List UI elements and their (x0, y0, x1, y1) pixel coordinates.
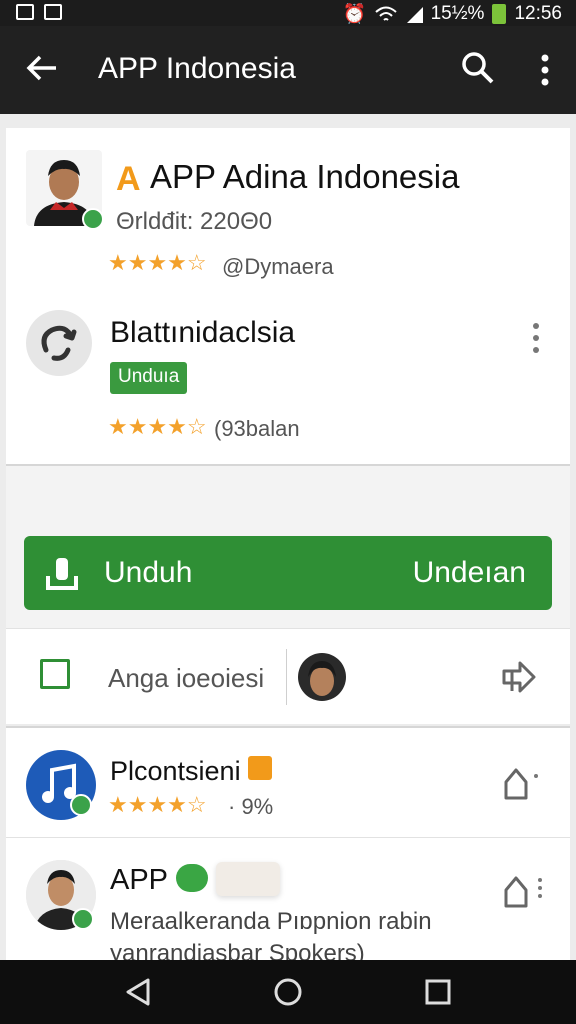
nav-recents-icon[interactable] (420, 974, 456, 1010)
battery-icon (492, 4, 507, 24)
bookmark-icon[interactable] (500, 874, 544, 910)
verified-badge-icon (82, 208, 104, 230)
list-item[interactable]: APP Meraalkeranda Pıɒpnion rabin yanrand… (6, 838, 570, 968)
chat-icon (176, 864, 208, 892)
gallery-notification-icon (16, 4, 34, 20)
download-button-secondary-label: Undeıan (412, 556, 526, 589)
download-icon (46, 558, 78, 590)
message-notification-icon (44, 4, 62, 20)
divider (286, 649, 287, 705)
option-checkbox[interactable] (40, 659, 70, 689)
app-rating-text: (93balan (214, 416, 300, 441)
more-vert-icon[interactable] (530, 50, 560, 90)
status-bar: ⏰ 15½% 12:56 (0, 0, 576, 26)
search-icon[interactable] (460, 50, 496, 86)
share-icon[interactable] (498, 657, 538, 697)
list-item-stars: ★★★★☆ (108, 792, 207, 817)
download-button[interactable]: Unduh Undeıan (24, 536, 552, 610)
option-row: Anga ioeoiesi (6, 628, 570, 724)
signal-icon (406, 7, 423, 23)
verified-badge-icon (72, 908, 94, 930)
app-icon[interactable] (26, 310, 92, 376)
verified-badge-icon (70, 794, 92, 816)
featured-apps-card: A APP Adina Indonesia Θrldđit: 220Θ0 ★★★… (6, 128, 570, 466)
wifi-icon (374, 6, 397, 21)
navigation-bar (0, 960, 576, 1024)
app-title[interactable]: APP Adina Indonesia (150, 158, 459, 196)
flag-icon (248, 756, 272, 780)
list-item-title: Plcontsieni (110, 756, 241, 786)
page-title: APP Indonesia (98, 52, 296, 85)
app-bar: APP Indonesia (0, 26, 576, 114)
download-button-label: Unduh (104, 556, 193, 589)
bookmark-icon[interactable] (500, 766, 540, 802)
clock: 12:56 (514, 3, 562, 24)
user-avatar[interactable] (298, 653, 346, 701)
alarm-icon: ⏰ (342, 4, 367, 25)
list-item-title: APP (110, 864, 169, 896)
nav-back-icon[interactable] (120, 974, 156, 1010)
tag-chip (216, 862, 280, 896)
app-rating-stars: ★★★★☆ (108, 250, 207, 275)
download-badge[interactable]: Unduıa (110, 362, 188, 394)
app-logo-icon: A (116, 160, 141, 198)
list-item-meta: · 9% (228, 794, 274, 819)
app-rating-text: @Dymaera (222, 254, 334, 279)
list-item[interactable]: Plcontsieni ★★★★☆ · 9% (6, 726, 570, 838)
more-vert-icon[interactable] (530, 320, 542, 356)
option-label: Anga ioeoiesi (108, 663, 265, 693)
app-title[interactable]: Blattınidaclsia (110, 316, 295, 350)
app-subtitle: Θrldđit: 220Θ0 (116, 208, 273, 235)
nav-home-icon[interactable] (270, 974, 306, 1010)
app-rating-stars: ★★★★☆ (108, 414, 207, 439)
actions-card: Unduh Undeıan Anga ioeoiesi (6, 466, 570, 724)
battery-percentage: 15½% (430, 3, 485, 24)
arrow-back-icon[interactable] (22, 48, 62, 88)
